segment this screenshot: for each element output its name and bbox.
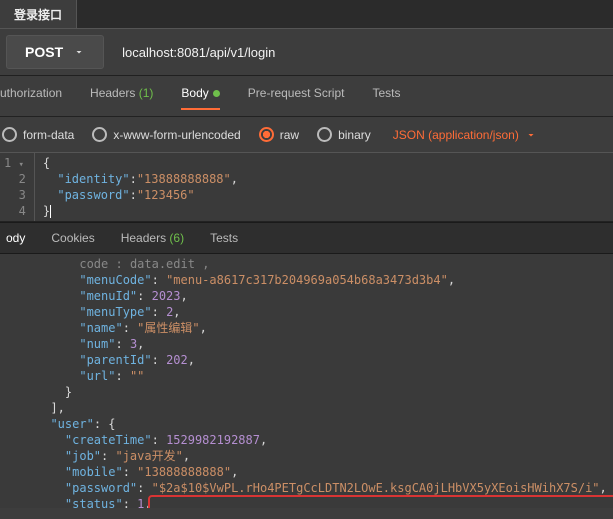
content-type-dropdown[interactable]: JSON (application/json) bbox=[393, 128, 537, 142]
tab-headers[interactable]: Headers (1) bbox=[90, 86, 153, 108]
highlight-box bbox=[148, 495, 613, 508]
resp-tab-tests[interactable]: Tests bbox=[210, 231, 238, 245]
response-body-viewer[interactable]: code : data.edit , "menuCode": "menu-a86… bbox=[0, 254, 613, 508]
response-tabs: ody Cookies Headers (6) Tests bbox=[0, 222, 613, 254]
tab-body[interactable]: Body bbox=[181, 86, 219, 110]
line-gutter: 1 ▾ 2 3 4 bbox=[0, 153, 35, 221]
http-method-dropdown[interactable]: POST bbox=[6, 35, 104, 69]
resp-tab-cookies[interactable]: Cookies bbox=[51, 231, 94, 245]
request-body-editor[interactable]: 1 ▾ 2 3 4 { "identity":"13888888888", "p… bbox=[0, 152, 613, 222]
tab-prerequest[interactable]: Pre-request Script bbox=[248, 86, 345, 108]
window-tab[interactable]: 登录接口 bbox=[0, 0, 77, 28]
text-cursor bbox=[50, 205, 51, 218]
tab-tests[interactable]: Tests bbox=[372, 86, 400, 108]
request-row: POST localhost:8081/api/v1/login bbox=[0, 29, 613, 76]
radio-raw[interactable]: raw bbox=[259, 127, 299, 142]
tab-authorization[interactable]: uthorization bbox=[0, 86, 62, 108]
chevron-down-icon bbox=[525, 129, 537, 141]
http-method-label: POST bbox=[25, 44, 63, 60]
radio-form-data[interactable]: form-data bbox=[2, 127, 74, 142]
window-tab-bar: 登录接口 bbox=[0, 0, 613, 29]
request-tabs: uthorization Headers (1) Body Pre-reques… bbox=[0, 76, 613, 117]
radio-urlencoded[interactable]: x-www-form-urlencoded bbox=[92, 127, 240, 142]
body-type-options: form-data x-www-form-urlencoded raw bina… bbox=[0, 117, 613, 152]
resp-code: code : data.edit , "menuCode": "menu-a86… bbox=[30, 254, 613, 508]
url-input[interactable]: localhost:8081/api/v1/login bbox=[122, 45, 613, 60]
resp-tab-headers[interactable]: Headers (6) bbox=[121, 231, 184, 245]
resp-tab-body[interactable]: ody bbox=[6, 231, 25, 245]
unsaved-dot-icon bbox=[213, 90, 220, 97]
resp-gutter bbox=[0, 254, 30, 508]
radio-binary[interactable]: binary bbox=[317, 127, 371, 142]
chevron-down-icon bbox=[73, 46, 85, 58]
code-area[interactable]: { "identity":"13888888888", "password":"… bbox=[35, 153, 238, 221]
